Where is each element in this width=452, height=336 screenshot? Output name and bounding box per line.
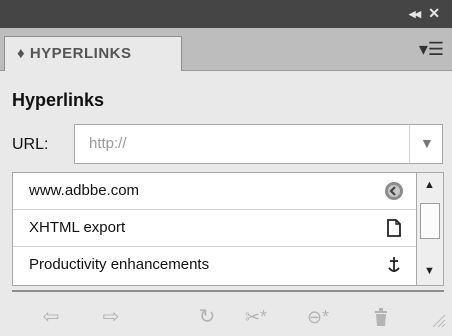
divider (12, 290, 444, 292)
url-input-value[interactable]: http:// (89, 135, 127, 152)
panel-menu-icon[interactable]: ▾☰ (419, 40, 444, 58)
hyperlink-name: XHTML export (29, 219, 126, 236)
go-to-source-icon[interactable]: ⇦ (36, 304, 66, 330)
hyperlinks-panel: ◂◂ ✕ ♦ HYPERLINKS ▾☰ Hyperlinks URL: htt… (0, 0, 452, 336)
go-to-destination-icon[interactable]: ⇨ (96, 304, 126, 330)
scrollbar-thumb[interactable] (420, 203, 440, 239)
new-cross-reference-icon[interactable]: ✂* (236, 304, 276, 330)
list-item[interactable]: www.adbbe.com (13, 173, 416, 210)
resize-grip-icon[interactable] (430, 312, 446, 328)
scroll-down-icon[interactable]: ▼ (424, 265, 435, 277)
scroll-up-icon[interactable]: ▲ (424, 179, 435, 191)
url-dropdown-button[interactable]: ▼ (409, 125, 442, 163)
hyperlink-name: www.adbbe.com (29, 182, 140, 199)
close-panel-icon[interactable]: ✕ (428, 5, 440, 22)
url-input[interactable]: http:// ▼ (74, 124, 443, 164)
new-hyperlink-icon[interactable]: ⊖* (296, 304, 340, 330)
url-label: URL: (12, 136, 49, 153)
collapse-panel-icon[interactable]: ◂◂ (409, 6, 421, 22)
delete-icon[interactable] (366, 304, 396, 330)
bottom-toolbar: ⇦ ⇨ ↻ ✂* ⊖* (0, 296, 452, 336)
hyperlink-name: Productivity enhancements (29, 256, 210, 273)
tab-hyperlinks[interactable]: ♦ HYPERLINKS (4, 36, 182, 71)
page-icon (384, 218, 404, 238)
hyperlinks-list: www.adbbe.com XHTML export Productivity … (12, 172, 416, 286)
list-scrollbar[interactable]: ▲ ▼ (416, 172, 444, 286)
panel-tab-strip: ♦ HYPERLINKS ▾☰ (0, 28, 452, 71)
update-icon[interactable]: ↻ (192, 304, 222, 330)
panel-title-bar: ◂◂ ✕ (0, 0, 452, 28)
panel-heading: Hyperlinks (12, 90, 105, 110)
globe-link-icon (384, 181, 404, 201)
list-item[interactable]: Productivity enhancements (13, 247, 416, 284)
anchor-icon (384, 255, 404, 275)
tab-label: ♦ HYPERLINKS (17, 45, 132, 62)
chevron-down-icon: ▼ (420, 135, 434, 151)
list-item[interactable]: XHTML export (13, 210, 416, 247)
